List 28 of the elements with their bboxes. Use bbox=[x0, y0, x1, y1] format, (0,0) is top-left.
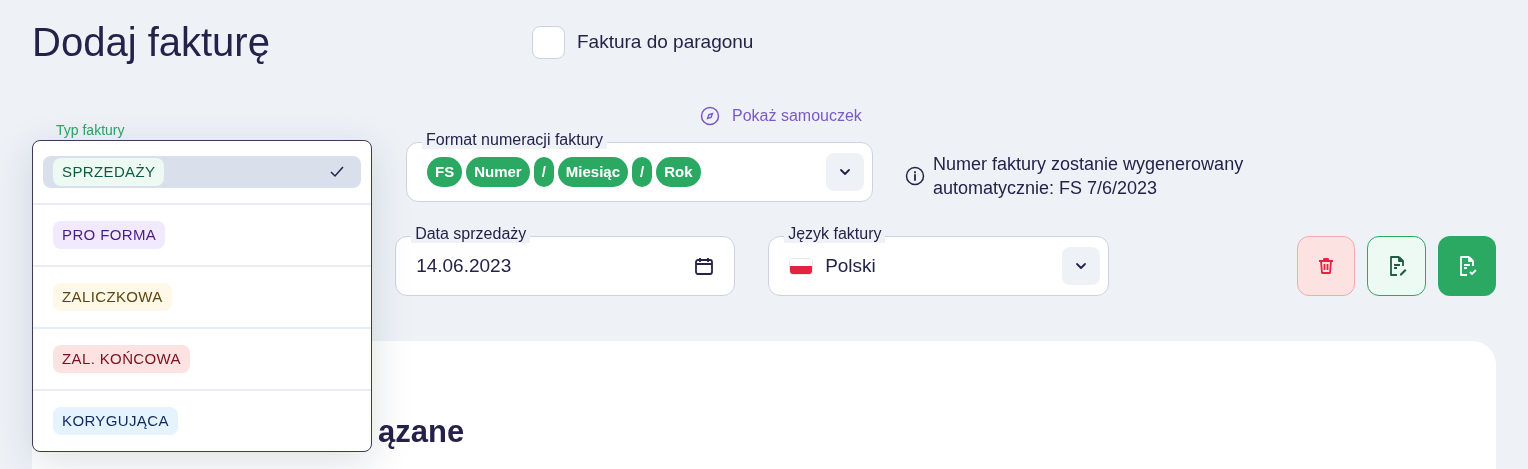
format-token: / bbox=[632, 157, 653, 187]
compass-icon bbox=[700, 106, 720, 126]
delete-button[interactable] bbox=[1297, 236, 1356, 296]
page-title: Dodaj fakturę bbox=[32, 19, 271, 66]
field-label: Język faktury bbox=[784, 225, 886, 243]
edit-draft-button[interactable] bbox=[1367, 236, 1426, 296]
dropdown-option[interactable]: KORYGUJĄCA bbox=[43, 405, 361, 437]
checkbox[interactable] bbox=[532, 25, 565, 59]
checkbox-label: Faktura do paragonu bbox=[577, 29, 754, 54]
format-token: Rok bbox=[656, 157, 701, 187]
section-heading: ązane bbox=[378, 413, 466, 451]
format-token: Miesiąc bbox=[557, 157, 629, 187]
field-label: Data sprzedaży bbox=[411, 225, 531, 243]
dropdown-option[interactable]: SPRZEDAŻY bbox=[43, 156, 361, 188]
poland-flag-icon bbox=[789, 257, 814, 275]
calendar-icon[interactable] bbox=[694, 256, 715, 276]
save-button[interactable] bbox=[1437, 236, 1496, 296]
field-label: Format numeracji faktury bbox=[422, 131, 607, 149]
format-token: Numer bbox=[466, 157, 530, 187]
format-token: / bbox=[533, 157, 554, 187]
dropdown-option[interactable]: ZAL. KOŃCOWA bbox=[43, 343, 361, 375]
info-text: Numer faktury zostanie wygenerowany automatycznie: FS 7/6/2023 bbox=[933, 153, 1245, 200]
tutorial-link[interactable]: Pokaż samouczek bbox=[700, 104, 862, 128]
dropdown-option[interactable]: PRO FORMA bbox=[43, 219, 361, 251]
format-token: FS bbox=[427, 157, 463, 187]
info-icon bbox=[905, 166, 925, 186]
checkmark-icon bbox=[329, 165, 345, 179]
dropdown-option[interactable]: ZALICZKOWA bbox=[43, 281, 361, 313]
